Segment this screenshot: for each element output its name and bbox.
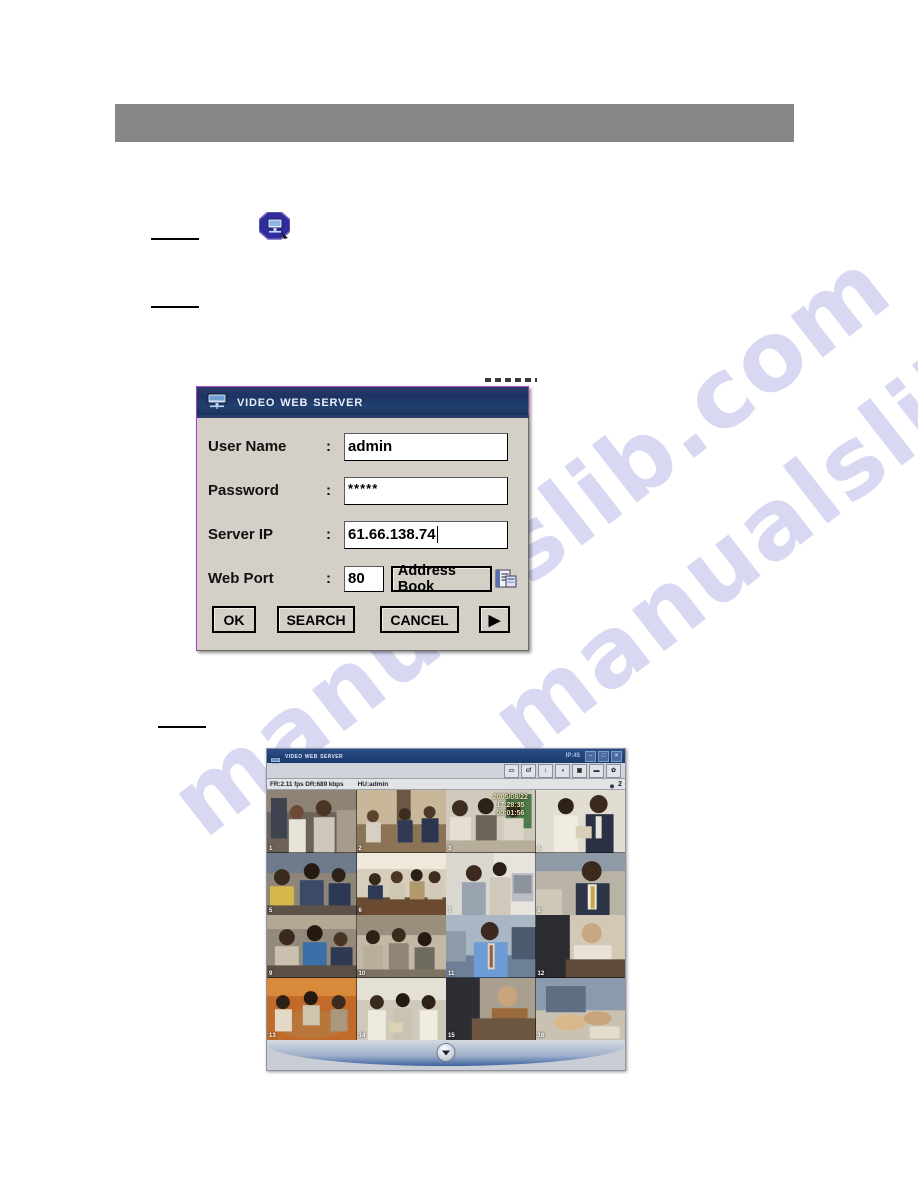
channel-number: 11 bbox=[448, 970, 455, 977]
frame-rate-status: FR:2.11 fps DR:689 kbps bbox=[270, 780, 344, 788]
channel-number: 13 bbox=[269, 1033, 276, 1039]
connected-users: 2 bbox=[608, 780, 622, 793]
video-web-server-login-dialog: Video Web Server User Name : admin Passw… bbox=[196, 378, 537, 651]
channel-number: 10 bbox=[358, 970, 366, 977]
video-window-toolbar: ▭ cf ↕ ◑ ▣ ▬ ✿ bbox=[267, 763, 625, 778]
video-channel-grid: 1 2 3 2005/08/22 17:28:35 00:01:56 4 5 6… bbox=[267, 790, 625, 1040]
video-web-server-app-icon bbox=[258, 211, 291, 240]
channel-number: 8 bbox=[537, 908, 541, 914]
video-status-bar: FR:2.11 fps DR:689 kbps HU:admin 2 bbox=[267, 778, 625, 793]
fullscreen-icon[interactable]: ▬ bbox=[589, 763, 604, 778]
video-window-bottom-bar bbox=[267, 1040, 625, 1066]
play-arrow-icon[interactable]: ▶ bbox=[479, 606, 510, 633]
channel-number: 5 bbox=[269, 908, 273, 914]
record-icon[interactable]: ▣ bbox=[572, 763, 587, 778]
contrast-icon[interactable]: ◑ bbox=[555, 763, 570, 778]
field-colon: : bbox=[326, 526, 331, 543]
video-channel-cell[interactable]: 14 bbox=[356, 977, 446, 1040]
web-port-input[interactable]: 80 bbox=[344, 565, 384, 592]
video-channel-cell[interactable]: 10 bbox=[356, 915, 446, 978]
text-caret bbox=[436, 526, 438, 543]
search-button[interactable]: SEARCH bbox=[277, 606, 355, 633]
close-button[interactable]: ✕ bbox=[611, 750, 622, 762]
video-channel-cell[interactable]: 8 bbox=[535, 852, 625, 915]
field-row-user-name: User Name : admin bbox=[208, 430, 517, 463]
dialog-body: User Name : admin Password : ***** Serve… bbox=[197, 418, 529, 651]
password-input[interactable]: ***** bbox=[344, 476, 508, 505]
video-channel-cell[interactable]: 5 bbox=[267, 852, 357, 915]
ok-button[interactable]: OK bbox=[212, 606, 256, 633]
address-book-button[interactable]: Address Book bbox=[390, 562, 492, 595]
server-monitor-icon bbox=[270, 752, 281, 765]
user-name-input[interactable]: admin bbox=[344, 432, 508, 461]
channel-number: 9 bbox=[269, 970, 273, 977]
video-channel-cell[interactable]: 2 bbox=[356, 790, 446, 853]
video-channel-cell[interactable]: 6 bbox=[356, 852, 446, 915]
channel-number: 14 bbox=[358, 1033, 366, 1039]
server-ip-label: Server IP bbox=[208, 526, 274, 543]
channel-number: 4 bbox=[537, 845, 541, 852]
compact-flash-icon[interactable]: cf bbox=[521, 763, 536, 778]
channel-number: 3 bbox=[448, 845, 452, 852]
server-ip-input[interactable]: 61.66.138.74 bbox=[344, 520, 508, 549]
monitor-icon[interactable]: ▭ bbox=[504, 763, 519, 778]
window-controls: IP:45 – □ ✕ bbox=[565, 750, 622, 762]
minimize-button[interactable]: – bbox=[585, 750, 596, 762]
field-colon: : bbox=[326, 438, 331, 455]
video-channel-cell[interactable]: 13 bbox=[267, 977, 357, 1040]
video-channel-cell[interactable]: 1 bbox=[267, 790, 357, 853]
video-channel-cell[interactable]: 11 bbox=[446, 915, 536, 978]
server-ip-value: 61.66.138.74 bbox=[348, 526, 436, 543]
address-book-label: Address Book bbox=[397, 562, 456, 595]
video-window-title: Video Web Server bbox=[285, 752, 343, 760]
video-channel-cell[interactable]: 7 bbox=[446, 852, 536, 915]
video-window-title-bar: Video Web Server IP:45 – □ ✕ bbox=[267, 749, 625, 765]
user-name-label: User Name bbox=[208, 438, 287, 455]
video-channel-cell[interactable]: 3 2005/08/22 17:28:35 00:01:56 bbox=[446, 790, 536, 853]
levels-icon[interactable]: ↕ bbox=[538, 763, 553, 778]
video-channel-cell[interactable]: 9 bbox=[267, 915, 357, 978]
address-book-icon[interactable] bbox=[495, 568, 517, 589]
step-underline-rule bbox=[158, 726, 206, 728]
expand-panel-button[interactable] bbox=[436, 1043, 456, 1062]
field-row-password: Password : ***** bbox=[208, 474, 517, 507]
channel-number: 16 bbox=[537, 1033, 545, 1039]
web-port-label: Web Port bbox=[208, 570, 274, 587]
video-web-server-window: Video Web Server IP:45 – □ ✕ ▭ cf ↕ ◑ ▣ … bbox=[266, 748, 626, 1071]
maximize-button[interactable]: □ bbox=[598, 750, 609, 762]
cancel-button[interactable]: CANCEL bbox=[380, 606, 459, 633]
channel-number: 1 bbox=[269, 845, 273, 852]
channel-number: 2 bbox=[358, 845, 362, 852]
video-channel-cell[interactable]: 16 bbox=[535, 977, 625, 1040]
field-colon: : bbox=[326, 570, 331, 587]
user-icon bbox=[608, 780, 616, 793]
osd-timestamp: 2005/08/22 17:28:35 00:01:56 bbox=[492, 794, 528, 818]
host-user-status: HU:admin bbox=[357, 780, 389, 788]
channel-number: 12 bbox=[537, 970, 545, 977]
step-underline-rule bbox=[151, 306, 199, 308]
field-colon: : bbox=[326, 482, 331, 499]
channel-number: 15 bbox=[448, 1033, 455, 1039]
settings-icon[interactable]: ✿ bbox=[606, 763, 621, 778]
video-channel-cell[interactable]: 4 bbox=[535, 790, 625, 853]
section-header-band bbox=[115, 104, 794, 142]
field-row-server-ip: Server IP : 61.66.138.74 bbox=[208, 518, 517, 551]
field-row-web-port: Web Port : 80 Address Book bbox=[208, 562, 517, 595]
ip-label: IP:45 bbox=[565, 753, 580, 759]
watermark-text: manualslib.com bbox=[470, 149, 918, 779]
scan-artifact bbox=[485, 378, 537, 382]
step-underline-rule bbox=[151, 238, 199, 240]
server-monitor-icon bbox=[206, 393, 228, 410]
user-count: 2 bbox=[618, 780, 622, 788]
video-channel-cell[interactable]: 15 bbox=[446, 977, 536, 1040]
dialog-title-bar: Video Web Server bbox=[197, 386, 529, 415]
password-label: Password bbox=[208, 482, 279, 499]
video-channel-cell[interactable]: 12 bbox=[535, 915, 625, 978]
channel-number: 6 bbox=[358, 908, 362, 914]
channel-number: 7 bbox=[448, 908, 452, 914]
dialog-title: Video Web Server bbox=[237, 392, 364, 410]
dialog-button-row: OK SEARCH CANCEL ▶ bbox=[208, 606, 517, 633]
